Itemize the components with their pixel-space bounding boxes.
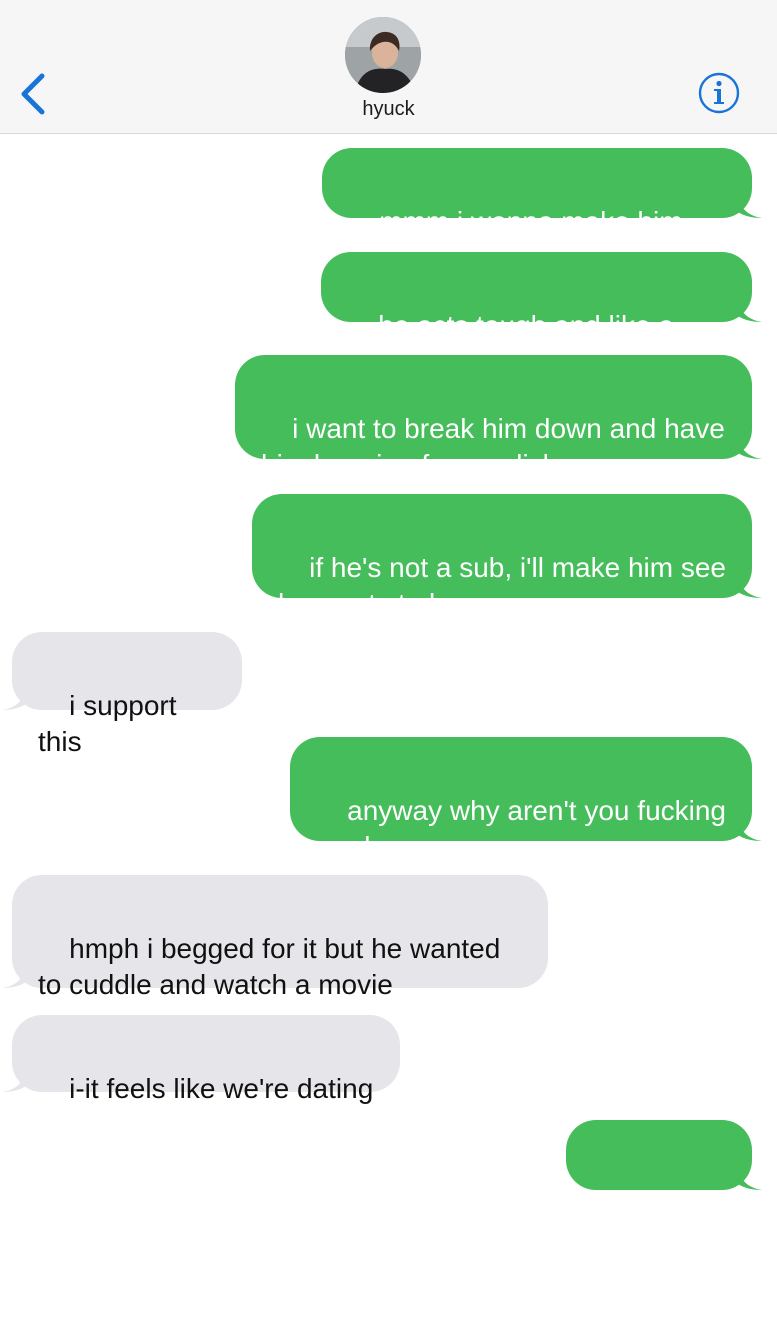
bubble-tail <box>738 576 762 598</box>
message-thread[interactable]: mmm i wanna make him wait he acts tough … <box>0 134 777 1245</box>
outgoing-message[interactable]: i want to break him down and have him be… <box>235 355 762 480</box>
outgoing-message[interactable]: anyway why aren't you fucking mark <box>290 737 762 862</box>
incoming-message[interactable]: i-it feels like we're dating <box>2 1015 400 1104</box>
bubble-tail <box>2 1070 26 1092</box>
incoming-message[interactable]: hmph i begged for it but he wanted to cu… <box>2 875 548 1000</box>
outgoing-message[interactable]: mmm i wanna make him wait <box>322 148 762 273</box>
bubble-tail <box>738 437 762 459</box>
incoming-message[interactable]: i support this <box>2 632 242 757</box>
outgoing-message[interactable]: if he's not a sub, i'll make him see he … <box>252 494 762 619</box>
message-text: anyway why aren't you fucking mark <box>316 795 726 862</box>
bubble-tail <box>2 966 26 988</box>
outgoing-message[interactable]: he acts tough and like a dom <box>321 252 762 377</box>
info-button[interactable] <box>698 72 740 114</box>
bubble-tail <box>738 1168 762 1190</box>
message-text: i want to break him down and have him be… <box>261 413 725 480</box>
conversation-header: hyuck <box>0 0 777 134</box>
message-text: i-it feels like we're dating <box>69 1073 374 1104</box>
bubble-tail <box>738 300 762 322</box>
bubble-tail <box>2 688 26 710</box>
outgoing-message[interactable]: dating?!?!? <box>566 1120 762 1245</box>
avatar-photo <box>345 17 421 93</box>
contact-name[interactable]: hyuck <box>0 98 777 121</box>
bubble-tail <box>738 196 762 218</box>
message-text: hmph i begged for it but he wanted to cu… <box>38 933 501 1000</box>
message-text: i support this <box>38 690 185 757</box>
message-text: dating?!?!? <box>592 1214 731 1245</box>
bubble-tail <box>738 819 762 841</box>
contact-avatar[interactable] <box>345 17 421 93</box>
info-icon <box>698 72 740 114</box>
message-text: if he's not a sub, i'll make him see he … <box>278 552 727 619</box>
